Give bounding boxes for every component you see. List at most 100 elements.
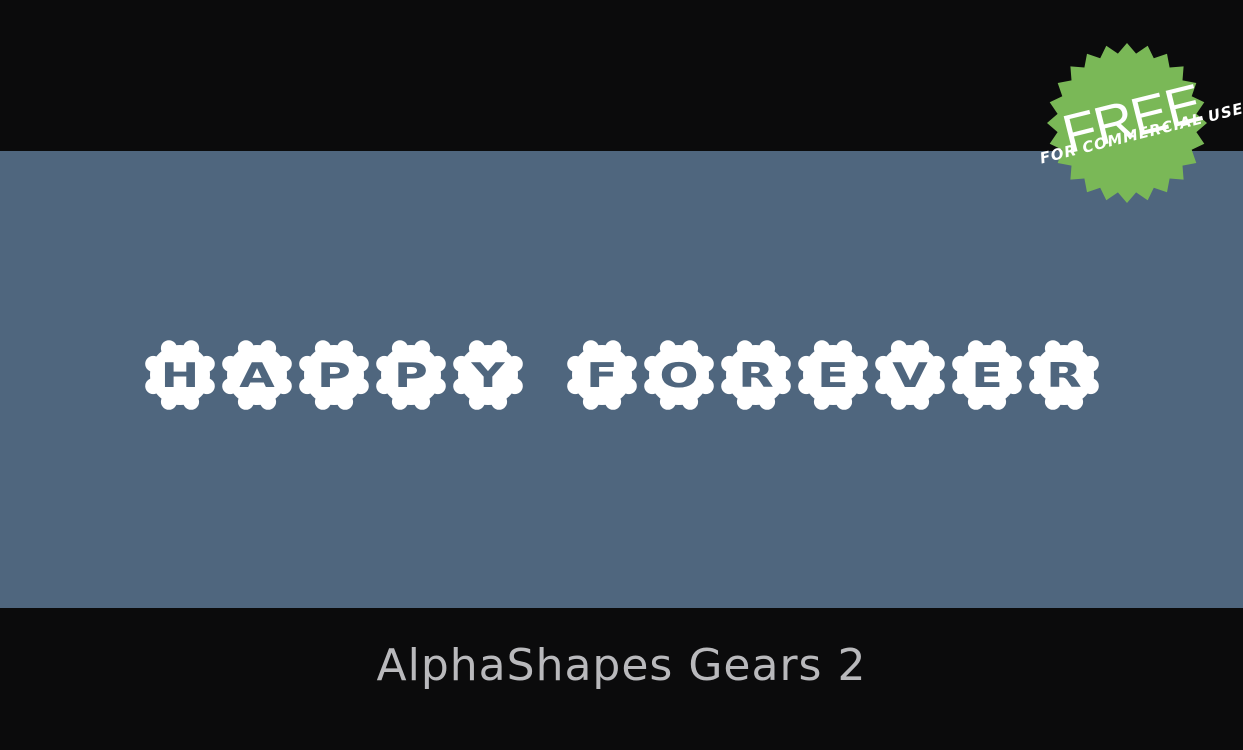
gear-glyph: P xyxy=(376,340,446,410)
gear-glyph: V xyxy=(875,340,945,410)
font-name-label: AlphaShapes Gears 2 xyxy=(376,640,867,691)
gear-tooth xyxy=(314,340,331,357)
gear-glyph: R xyxy=(1029,340,1099,410)
gear-tooth xyxy=(990,393,1007,410)
gear-tooth xyxy=(697,355,714,372)
gear-tooth xyxy=(198,355,215,372)
gear-letter: A xyxy=(239,356,275,396)
gear-tooth xyxy=(813,393,830,410)
gear-tooth xyxy=(644,355,661,372)
gear-tooth xyxy=(183,340,200,357)
gear-tooth xyxy=(237,393,254,410)
gear-tooth xyxy=(1044,340,1061,357)
gear-tooth xyxy=(376,355,393,372)
gear-tooth xyxy=(1067,393,1084,410)
gear-tooth xyxy=(237,340,254,357)
gear-tooth xyxy=(376,378,393,395)
gear-letter: R xyxy=(1046,356,1081,396)
gear-tooth xyxy=(352,355,369,372)
gear-tooth xyxy=(468,340,485,357)
gear-tooth xyxy=(774,378,791,395)
gear-tooth xyxy=(659,340,676,357)
gear-letter: H xyxy=(161,356,199,396)
gear-tooth xyxy=(299,355,316,372)
gear-letter: V xyxy=(892,356,928,396)
gear-tooth xyxy=(928,355,945,372)
gear-tooth xyxy=(990,340,1007,357)
gear-tooth xyxy=(644,378,661,395)
gear-tooth xyxy=(659,393,676,410)
gear-tooth xyxy=(506,378,523,395)
gear-tooth xyxy=(391,340,408,357)
gear-tooth xyxy=(875,355,892,372)
gear-tooth xyxy=(222,355,239,372)
gear-tooth xyxy=(798,355,815,372)
gear-glyph: O xyxy=(644,340,714,410)
gear-tooth xyxy=(260,340,277,357)
gear-tooth xyxy=(567,378,584,395)
gear-tooth xyxy=(798,378,815,395)
gear-tooth xyxy=(759,393,776,410)
gear-tooth xyxy=(1044,393,1061,410)
gear-tooth xyxy=(1005,378,1022,395)
gear-tooth xyxy=(952,355,969,372)
gear-tooth xyxy=(160,340,177,357)
gear-tooth xyxy=(890,340,907,357)
gear-tooth xyxy=(491,393,508,410)
gear-tooth xyxy=(275,355,292,372)
gear-tooth xyxy=(682,340,699,357)
gear-tooth xyxy=(813,340,830,357)
gear-tooth xyxy=(721,355,738,372)
gear-tooth xyxy=(198,378,215,395)
gear-glyph: R xyxy=(721,340,791,410)
gear-letter: F xyxy=(586,356,617,396)
gear-tooth xyxy=(851,378,868,395)
gear-tooth xyxy=(1082,355,1099,372)
gear-tooth xyxy=(721,378,738,395)
gear-tooth xyxy=(391,393,408,410)
gear-letter: R xyxy=(738,356,773,396)
gear-tooth xyxy=(414,340,431,357)
gear-tooth xyxy=(605,340,622,357)
gear-tooth xyxy=(314,393,331,410)
gear-letter: E xyxy=(971,356,1002,396)
gear-tooth xyxy=(967,340,984,357)
gear-tooth xyxy=(582,340,599,357)
gear-glyph: H xyxy=(145,340,215,410)
gear-tooth xyxy=(453,378,470,395)
gear-tooth xyxy=(836,393,853,410)
gear-tooth xyxy=(620,355,637,372)
gear-tooth xyxy=(736,340,753,357)
gear-tooth xyxy=(736,393,753,410)
gear-tooth xyxy=(928,378,945,395)
gear-tooth xyxy=(337,393,354,410)
gear-tooth xyxy=(260,393,277,410)
gear-tooth xyxy=(414,393,431,410)
gear-tooth xyxy=(145,378,162,395)
gear-tooth xyxy=(582,393,599,410)
gear-letter: Y xyxy=(470,356,505,396)
gear-tooth xyxy=(222,378,239,395)
gear-letter: P xyxy=(394,356,428,396)
gear-tooth xyxy=(145,355,162,372)
gear-tooth xyxy=(605,393,622,410)
gear-tooth xyxy=(429,378,446,395)
gear-tooth xyxy=(913,393,930,410)
gear-tooth xyxy=(299,378,316,395)
gear-glyph: E xyxy=(952,340,1022,410)
gear-tooth xyxy=(967,393,984,410)
gear-tooth xyxy=(491,340,508,357)
gear-tooth xyxy=(774,355,791,372)
gear-tooth xyxy=(851,355,868,372)
gear-tooth xyxy=(836,340,853,357)
gear-tooth xyxy=(759,340,776,357)
gear-glyph: A xyxy=(222,340,292,410)
gear-tooth xyxy=(506,355,523,372)
gear-tooth xyxy=(952,378,969,395)
gear-tooth xyxy=(1005,355,1022,372)
sample-text-preview: HAPPYFOREVER xyxy=(145,340,1099,410)
gear-glyph: P xyxy=(299,340,369,410)
gear-tooth xyxy=(682,393,699,410)
gear-glyph: Y xyxy=(453,340,523,410)
gear-tooth xyxy=(337,340,354,357)
